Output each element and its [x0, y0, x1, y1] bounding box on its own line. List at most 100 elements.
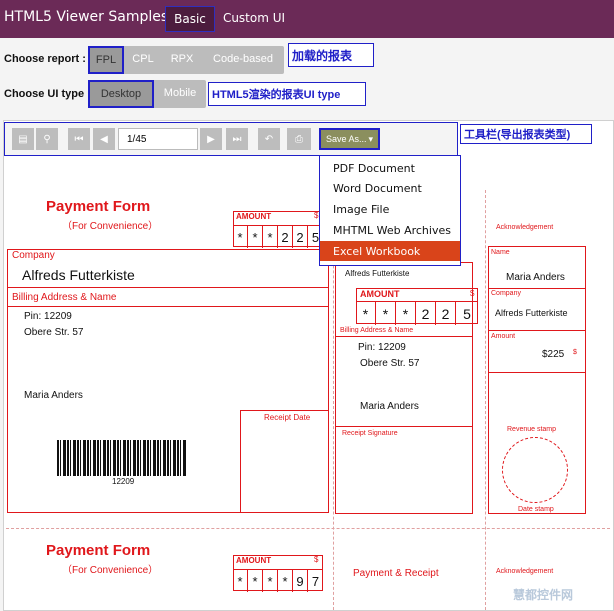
amount-digit: *	[356, 302, 376, 325]
next-page-icon[interactable]: ▶	[200, 128, 222, 150]
amount-label-2: AMOUNT	[236, 556, 272, 565]
report-option-code-based[interactable]: Code-based	[202, 46, 284, 72]
receipt-billing-label: Billing Address & Name	[340, 327, 414, 334]
divider	[488, 372, 586, 373]
amount-digit: *	[233, 570, 248, 592]
receipt-company: Alfreds Futterkiste	[345, 269, 410, 278]
receipt-signature-label: Receipt Signature	[342, 430, 398, 437]
receipt-street: Obere Str. 57	[360, 358, 420, 369]
print-icon[interactable]: ⎙	[287, 128, 311, 150]
receipt-date-box	[240, 410, 329, 513]
barcode	[57, 440, 187, 476]
amount-digit: *	[248, 570, 263, 592]
billing-label: Billing Address & Name	[12, 292, 117, 303]
save-as-button[interactable]: Save As... ▾	[319, 128, 380, 150]
form-subtitle: （For Convenience）	[62, 221, 159, 232]
amount-digits-2: * * * * 9 7	[233, 569, 323, 592]
last-page-icon[interactable]: ⏭	[226, 128, 248, 150]
toolbar-annotation: 工具栏(导出报表类型)	[460, 124, 592, 144]
first-page-icon[interactable]: ⏮	[68, 128, 90, 150]
menu-item-word[interactable]: Word Document	[333, 182, 422, 195]
receipt-amount-digits: * * * 2 2 5	[356, 301, 478, 325]
form-subtitle-2: （For Convenience）	[62, 565, 159, 576]
barcode-text: 12209	[112, 477, 135, 486]
acknowledgement-label-2: Acknowledgement	[496, 568, 554, 575]
choose-report-label: Choose report :	[4, 53, 86, 65]
company-label: Company	[12, 250, 55, 261]
menu-item-mhtml[interactable]: MHTML Web Archives	[333, 224, 451, 237]
stamp-circle	[502, 437, 568, 503]
amount-digit: 2	[293, 226, 308, 248]
receipt-person: Maria Anders	[360, 401, 419, 412]
report-annotation: 加载的报表	[288, 43, 374, 67]
menu-item-excel[interactable]: Excel Workbook	[320, 241, 460, 261]
ack-amount-value: $225	[542, 349, 565, 360]
ui-type-selector: Desktop Mobile	[88, 80, 206, 108]
report-option-cpl[interactable]: CPL	[124, 46, 162, 72]
divider	[335, 336, 473, 337]
watermark: 慧都控件网	[513, 588, 574, 602]
report-option-fpl[interactable]: FPL	[88, 46, 124, 74]
divider	[488, 288, 586, 289]
tab-basic[interactable]: Basic	[165, 6, 215, 32]
acknowledgement-label: Acknowledgement	[496, 224, 554, 231]
tab-custom-ui[interactable]: Custom UI	[222, 6, 286, 30]
amount-label: AMOUNT	[236, 212, 272, 221]
page-number-input[interactable]: 1/45	[118, 128, 198, 150]
divider	[335, 426, 473, 427]
amount-digit: 2	[416, 302, 436, 325]
search-icon[interactable]: ⚲	[36, 128, 58, 150]
amount-digit: 9	[293, 570, 308, 592]
form-title: Payment Form	[46, 198, 151, 215]
prev-page-icon[interactable]: ◀	[93, 128, 115, 150]
ack-name-label: Name	[491, 249, 510, 256]
amount-digit: *	[233, 226, 248, 248]
amount-digit: *	[263, 570, 278, 592]
pin-text: Pin: 12209	[24, 311, 72, 322]
company-value: Alfreds Futterkiste	[22, 267, 135, 283]
receipt-date-label: Receipt Date	[264, 413, 311, 422]
street-text: Obere Str. 57	[24, 327, 84, 338]
receipt-pin: Pin: 12209	[358, 342, 406, 353]
menu-item-image[interactable]: Image File	[333, 203, 389, 216]
amount-digit: *	[376, 302, 396, 325]
tear-line-horizontal	[6, 528, 610, 529]
divider	[7, 306, 329, 307]
ack-company-label: Company	[491, 290, 521, 297]
ack-dollar: $	[573, 349, 577, 356]
ui-option-desktop[interactable]: Desktop	[88, 80, 154, 108]
ack-name-value: Maria Anders	[506, 272, 565, 283]
amount-digit: *	[396, 302, 416, 325]
date-stamp-label: Date stamp	[518, 506, 554, 513]
revenue-stamp-label: Revenue stamp	[507, 426, 557, 433]
tear-line-2	[485, 190, 486, 610]
amount-digit: *	[278, 570, 293, 592]
ui-option-mobile[interactable]: Mobile	[154, 80, 206, 106]
amount-digit: *	[263, 226, 278, 248]
receipt-amount-label: AMOUNT	[360, 289, 400, 299]
payment-receipt-label: Payment & Receipt	[353, 568, 439, 579]
amount-digit: 2	[278, 226, 293, 248]
report-option-rpx[interactable]: RPX	[162, 46, 202, 72]
ui-annotation: HTML5渲染的报表UI type	[208, 82, 366, 106]
ack-amount-label: Amount	[491, 333, 516, 340]
report-type-selector: FPL CPL RPX Code-based	[88, 46, 284, 74]
dollar-sign: $	[314, 211, 319, 220]
ack-company-value: Alfreds Futterkiste	[495, 308, 568, 318]
save-as-label: Save As...	[325, 134, 367, 144]
amount-digits: * * * 2 2 5	[233, 225, 323, 248]
toc-icon[interactable]: ▤	[12, 128, 34, 150]
amount-digit: 5	[463, 305, 471, 322]
app-title: HTML5 Viewer Samples	[4, 9, 169, 25]
amount-digit: 2	[436, 302, 456, 325]
back-icon[interactable]: ↶	[258, 128, 280, 150]
dollar-sign-2: $	[314, 555, 319, 564]
receipt-dollar: $	[470, 289, 475, 298]
person-name: Maria Anders	[24, 390, 83, 401]
divider	[7, 287, 329, 288]
form-title-2: Payment Form	[46, 542, 151, 559]
divider	[488, 330, 586, 331]
menu-item-pdf[interactable]: PDF Document	[333, 162, 415, 175]
choose-ui-label: Choose UI type :	[4, 88, 91, 100]
amount-digit: 7	[311, 573, 320, 589]
